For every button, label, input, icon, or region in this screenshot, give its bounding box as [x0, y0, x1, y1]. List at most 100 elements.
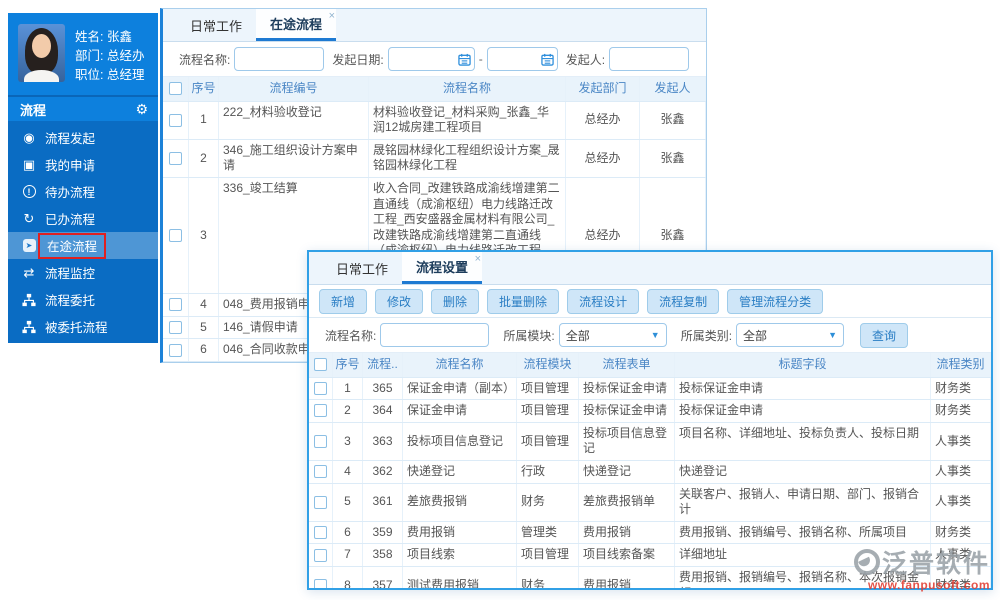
- table-row: 1 222_材料验收登记 材料验收登记_材料采购_张鑫_华润12城房建工程项目 总经办…: [163, 101, 706, 140]
- column-header: 流程表单: [579, 353, 675, 377]
- table-row: 2 346_施工组织设计方案申请 晟铭园林绿化工程组织设计方案_晟铭园林绿化工程 总经…: [163, 139, 706, 178]
- flow-name-input[interactable]: [380, 323, 490, 347]
- cell-code: 346_施工组织设计方案申请: [219, 139, 369, 177]
- profile-info: 姓名: 张鑫 部门: 总经办 职位: 总经理: [75, 24, 144, 85]
- cell-seq: 8: [333, 566, 363, 588]
- toolbar-button-修改[interactable]: 修改: [375, 288, 424, 314]
- toolbar-button-流程设计[interactable]: 流程设计: [567, 288, 640, 314]
- main-tab-日常工作[interactable]: 日常工作: [176, 9, 256, 41]
- sidebar-item-流程委托[interactable]: 流程委托: [8, 286, 158, 313]
- toolbar-button-新增[interactable]: 新增: [319, 288, 368, 314]
- date-from-input[interactable]: [387, 47, 475, 71]
- row-checkbox[interactable]: [169, 151, 182, 165]
- toolbar-button-批量删除[interactable]: 批量删除: [487, 288, 560, 314]
- initiator-input[interactable]: [609, 47, 690, 71]
- module-select-value: 全部: [565, 328, 590, 343]
- cell-name: 保证金申请（副本）: [403, 377, 517, 400]
- sidebar-item-待办流程[interactable]: ! 待办流程: [8, 178, 158, 205]
- cell-form: 投标保证金申请: [579, 400, 675, 422]
- name-value: 张鑫: [106, 30, 132, 44]
- close-icon[interactable]: ×: [329, 11, 335, 22]
- pending-flow-icon: !: [21, 184, 37, 200]
- row-checkbox[interactable]: [169, 321, 182, 335]
- cell-title: 关联客户、报销人、申请日期、部门、报销合计: [675, 483, 931, 521]
- search-button[interactable]: 查询: [860, 322, 909, 348]
- user-profile: 姓名: 张鑫 部门: 总经办 职位: 总经理: [8, 13, 158, 95]
- cell-code: 364: [363, 400, 403, 422]
- row-checkbox[interactable]: [314, 465, 327, 479]
- row-checkbox[interactable]: [169, 113, 182, 127]
- cell-seq: 2: [333, 400, 363, 422]
- row-checkbox[interactable]: [314, 526, 327, 540]
- main-tab-在途流程[interactable]: 在途流程 ×: [256, 9, 337, 41]
- broadcast-icon: ◉: [23, 129, 35, 145]
- in-transit-flow-icon: ➤: [21, 238, 37, 254]
- cell-seq: 6: [333, 521, 363, 544]
- sidebar-item-已办流程[interactable]: ↻ 已办流程: [8, 205, 158, 232]
- cell-title: 详细地址: [675, 544, 931, 566]
- monitor-flow-icon: ⇄: [23, 264, 35, 280]
- toolbar-button-流程复制[interactable]: 流程复制: [647, 288, 720, 314]
- table-row: 5 361 差旅费报销 财务 差旅费报销单 关联客户、报销人、申请日期、部门、报销合计 人事…: [309, 483, 991, 522]
- row-checkbox[interactable]: [314, 404, 327, 418]
- sidebar-item-流程发起[interactable]: ◉ 流程发起: [8, 124, 158, 151]
- title-value: 总经理: [106, 68, 145, 82]
- table-row: 8357测试费用报销财务费用报销费用报销、报销编号、报销名称、本次报销金额财务类: [309, 566, 991, 588]
- sidebar-item-label: 流程委托: [45, 294, 96, 308]
- select-all-checkbox[interactable]: [314, 358, 327, 372]
- cell-title: 项目名称、详细地址、投标负责人、投标日期: [675, 422, 931, 460]
- select-all-checkbox[interactable]: [169, 82, 182, 96]
- row-checkbox[interactable]: [314, 381, 327, 395]
- flow-name-input[interactable]: [234, 47, 325, 71]
- cell-name: 保证金申请: [403, 400, 517, 422]
- cell-form: 项目线索备案: [579, 544, 675, 566]
- delegate-flow-icon: [21, 292, 37, 308]
- cell-category: 人事类: [931, 544, 991, 566]
- column-header: 发起人: [640, 77, 706, 101]
- dialog-tab-流程设置[interactable]: 流程设置 ×: [402, 252, 483, 284]
- date-to-input[interactable]: [486, 47, 558, 71]
- name-label: 姓名:: [75, 30, 104, 44]
- sidebar-item-被委托流程[interactable]: 被委托流程: [8, 313, 158, 340]
- chevron-down-icon: ▼: [828, 330, 838, 340]
- cell-form: 费用报销: [579, 521, 675, 544]
- row-checkbox[interactable]: [169, 343, 182, 357]
- dialog-tab-日常工作[interactable]: 日常工作: [322, 252, 402, 284]
- cell-select: [309, 483, 333, 521]
- tab-label: 日常工作: [336, 261, 389, 277]
- category-select-value: 全部: [743, 328, 768, 343]
- cell-seq: 4: [333, 460, 363, 483]
- sidebar-item-在途流程[interactable]: ➤ 在途流程: [8, 232, 158, 259]
- sidebar-item-label: 在途流程: [38, 232, 107, 259]
- sidebar-item-我的申请[interactable]: ▣ 我的申请: [8, 151, 158, 178]
- cell-dept: 总经办: [566, 101, 640, 139]
- date-from-field: [387, 47, 475, 71]
- cell-name: 费用报销: [403, 521, 517, 544]
- cell-category: 财务类: [931, 400, 991, 422]
- row-checkbox[interactable]: [314, 495, 327, 509]
- row-checkbox[interactable]: [169, 298, 182, 312]
- toolbar-button-删除[interactable]: 删除: [431, 288, 480, 314]
- sidebar-item-流程监控[interactable]: ⇄ 流程监控: [8, 259, 158, 286]
- row-checkbox[interactable]: [314, 579, 327, 588]
- toolbar-button-管理流程分类[interactable]: 管理流程分类: [727, 288, 824, 314]
- row-checkbox[interactable]: [169, 229, 182, 243]
- flow-settings-table: 序号 流程.. 流程名称 流程模块 流程表单 标题字段 流程类别 1 365 保证金申请（副本）项…: [309, 353, 991, 588]
- delegated-flow-icon: [21, 319, 37, 335]
- cell-name: 投标项目信息登记: [403, 422, 517, 460]
- row-checkbox[interactable]: [314, 434, 327, 448]
- close-icon[interactable]: ×: [475, 254, 481, 265]
- cell-code: 363: [363, 422, 403, 460]
- category-select[interactable]: 全部 ▼: [736, 323, 845, 347]
- cell-initiator: 张鑫: [640, 101, 706, 139]
- module-select[interactable]: 全部 ▼: [558, 323, 667, 347]
- cell-select: [163, 339, 189, 361]
- cell-title: 投标保证金申请: [675, 400, 931, 422]
- cell-seq: 2: [189, 139, 219, 177]
- flow-name-label: 流程名称:: [179, 52, 231, 67]
- gear-icon[interactable]: ⚙: [135, 101, 148, 118]
- cell-select: [309, 422, 333, 460]
- sidebar-item-label: 待办流程: [45, 186, 96, 200]
- cell-module: 管理类: [517, 521, 579, 544]
- row-checkbox[interactable]: [314, 548, 327, 562]
